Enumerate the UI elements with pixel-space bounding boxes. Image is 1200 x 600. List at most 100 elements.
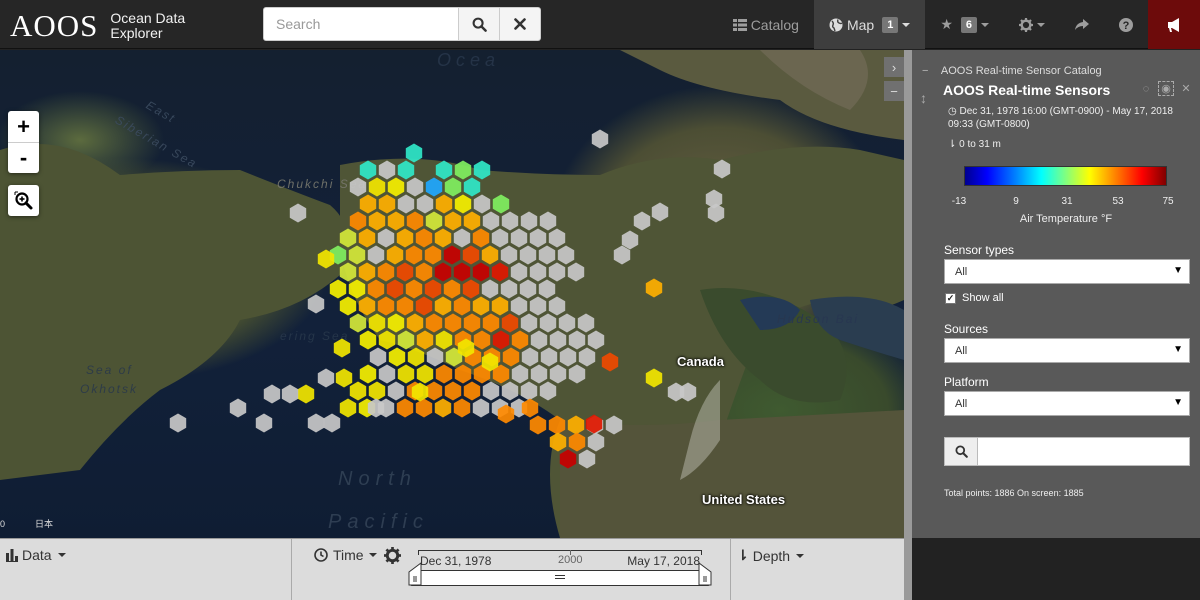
show-all-checkbox[interactable]: ✓ [945,292,956,304]
sensor-hexbin[interactable] [424,245,442,265]
sensor-hexbin[interactable] [387,313,405,333]
sensor-hexbin[interactable] [407,347,425,367]
sensor-hexbin[interactable] [492,330,510,350]
sensor-hexbin[interactable] [397,330,415,350]
sensor-hexbin[interactable] [481,279,499,299]
sensor-hexbin[interactable] [548,262,566,282]
sensor-hexbin[interactable] [349,313,367,333]
sensor-hexbin[interactable] [397,160,415,180]
sensor-hexbin[interactable] [557,245,575,265]
depth-dropdown[interactable]: ⇂ Depth [737,547,805,564]
sensor-hexbin[interactable] [472,228,490,248]
sensor-hexbin[interactable] [339,296,357,316]
sensor-hexbin[interactable] [511,364,529,384]
sources-select[interactable]: All ▼ [944,338,1190,363]
sensor-hexbin[interactable] [633,211,651,231]
sensor-hexbin[interactable] [387,211,405,231]
sensor-hexbin[interactable] [367,245,385,265]
sensor-hexbin[interactable] [539,313,557,333]
eye-icon[interactable]: ◉ [1158,81,1174,96]
minimize-panel-button[interactable]: − [884,81,904,101]
sensor-hexbin[interactable] [454,194,472,214]
sensor-types-select[interactable]: All ▼ [944,259,1190,284]
slider-left-handle[interactable] [408,562,422,586]
sensor-hexbin[interactable] [530,330,548,350]
sensor-hexbin[interactable] [169,413,187,433]
sensor-hexbin-layer[interactable] [0,50,904,538]
sensor-hexbin[interactable] [339,228,357,248]
sensor-hexbin[interactable] [501,313,519,333]
sensor-hexbin[interactable] [358,262,376,282]
sensor-hexbin[interactable] [396,296,414,316]
sensor-hexbin[interactable] [538,279,556,299]
zoom-out-button[interactable]: - [8,142,39,173]
sensor-hexbin[interactable] [377,228,395,248]
sensor-hexbin[interactable] [645,368,663,388]
sensor-hexbin[interactable] [472,296,490,316]
sensor-hexbin[interactable] [378,194,396,214]
sensor-hexbin[interactable] [549,330,567,350]
sensor-hexbin[interactable] [548,228,566,248]
sensor-hexbin[interactable] [473,194,491,214]
sensor-hexbin[interactable] [348,279,366,299]
zoom-in-button[interactable]: + [8,111,39,142]
sensor-hexbin[interactable] [368,211,386,231]
sensor-hexbin[interactable] [435,330,453,350]
sensor-hexbin[interactable] [530,364,548,384]
sensor-hexbin[interactable] [444,381,462,401]
sensor-hexbin[interactable] [453,296,471,316]
sensor-hexbin[interactable] [426,347,444,367]
collapse-catalog-icon[interactable]: − [922,65,928,77]
sensor-hexbin[interactable] [289,203,307,223]
data-dropdown[interactable]: Data [6,547,66,563]
sensor-hexbin[interactable] [416,364,434,384]
sensor-hexbin[interactable] [263,384,281,404]
hide-layer-icon[interactable]: ◌ [1138,81,1154,96]
collapse-panel-button[interactable]: › [884,57,904,77]
sensor-hexbin[interactable] [396,228,414,248]
sensor-hexbin[interactable] [387,177,405,197]
sensor-hexbin[interactable] [368,177,386,197]
sensor-hexbin[interactable] [482,381,500,401]
sensor-hexbin[interactable] [406,211,424,231]
sensor-hexbin[interactable] [281,384,299,404]
sensor-hexbin[interactable] [559,347,577,367]
sensor-hexbin[interactable] [492,194,510,214]
sensor-hexbin[interactable] [568,330,586,350]
sensor-hexbin[interactable] [378,160,396,180]
sensor-hexbin[interactable] [463,177,481,197]
sensor-hexbin[interactable] [558,313,576,333]
box-zoom-button[interactable] [8,185,39,216]
sensor-hexbin[interactable] [416,330,434,350]
sensor-hexbin[interactable] [502,347,520,367]
sensor-hexbin[interactable] [416,194,434,214]
sensor-hexbin[interactable] [307,294,325,314]
sensor-hexbin[interactable] [501,211,519,231]
sensor-hexbin[interactable] [358,228,376,248]
sensor-hexbin[interactable] [349,381,367,401]
sensor-hexbin[interactable] [367,279,385,299]
sensor-hexbin[interactable] [549,432,567,452]
time-range-slider[interactable]: Dec 31, 1978 2000 May 17, 2018 [408,548,712,586]
sensor-hexbin[interactable] [679,382,697,402]
sensor-hexbin[interactable] [435,160,453,180]
sensor-hexbin[interactable] [577,313,595,333]
sensor-hexbin[interactable] [521,347,539,367]
sensor-hexbin[interactable] [529,262,547,282]
sensor-hexbin[interactable] [520,313,538,333]
sensor-hexbin[interactable] [605,415,623,435]
sensor-hexbin[interactable] [591,129,609,149]
sensor-hexbin[interactable] [510,296,528,316]
sensor-hexbin[interactable] [511,330,529,350]
sensor-hexbin[interactable] [510,262,528,282]
sensor-hexbin[interactable] [462,245,480,265]
sensor-hexbin[interactable] [500,245,518,265]
sensor-hexbin[interactable] [386,245,404,265]
sensor-hexbin[interactable] [520,211,538,231]
sensor-hexbin[interactable] [435,364,453,384]
sensor-hexbin[interactable] [538,245,556,265]
sensor-hexbin[interactable] [481,245,499,265]
sensor-hexbin[interactable] [443,245,461,265]
sensor-hexbin[interactable] [369,347,387,367]
sensor-hexbin[interactable] [473,330,491,350]
